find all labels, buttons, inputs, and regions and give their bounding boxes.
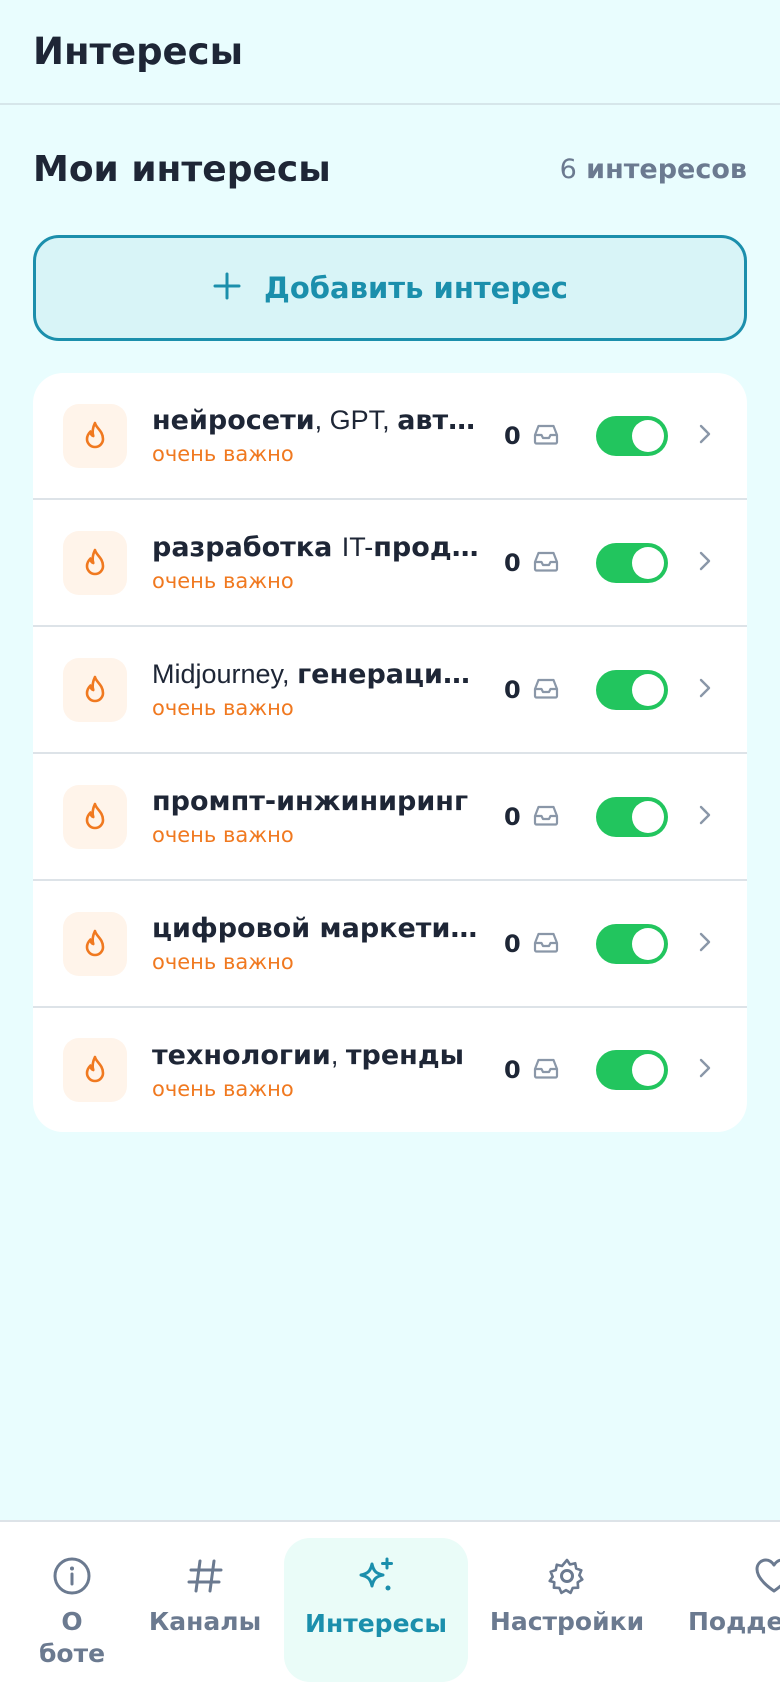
interest-row[interactable]: разработка IT-продуктов очень важно 0 xyxy=(33,500,747,627)
inbox-icon xyxy=(532,676,560,704)
interest-row[interactable]: промпт-инжиниринг очень важно 0 xyxy=(33,754,747,881)
nav-settings[interactable]: Настройки xyxy=(482,1538,652,1682)
chevron-right-icon[interactable] xyxy=(698,677,712,703)
interest-title: промпт-инжиниринг xyxy=(152,786,469,817)
nav-about-label-1: О xyxy=(61,1607,83,1636)
interest-text: Midjourney, генерация изображений очень … xyxy=(152,659,482,720)
flame-icon xyxy=(63,911,127,976)
interest-toggle[interactable] xyxy=(596,796,668,837)
flame-icon xyxy=(63,1038,127,1102)
interests-count-number: 6 xyxy=(559,153,577,185)
bottom-navigation: О боте Каналы Интересы Настройки Поддерж… xyxy=(0,1520,780,1688)
sparkles-icon xyxy=(359,1557,393,1591)
interest-title: цифровой маркетинг xyxy=(152,913,482,944)
interest-meta: 0 xyxy=(504,796,712,837)
interest-text: разработка IT-продуктов очень важно xyxy=(152,532,482,593)
interest-toggle[interactable] xyxy=(596,1050,668,1090)
interest-meta: 0 xyxy=(504,415,712,456)
section-title: Мои интересы xyxy=(33,148,331,190)
interests-count-label: интересов xyxy=(586,153,747,185)
interest-priority: очень важно xyxy=(152,1076,294,1101)
gear-icon xyxy=(548,1558,584,1595)
interest-toggle[interactable] xyxy=(596,415,668,456)
nav-interests[interactable]: Интересы xyxy=(284,1538,468,1682)
interest-title: Midjourney, генерация изображений xyxy=(152,659,482,690)
flame-icon xyxy=(63,403,127,468)
interest-priority: очень важно xyxy=(152,442,294,466)
inbox-icon xyxy=(532,549,560,577)
interest-row[interactable]: Midjourney, генерация изображений очень … xyxy=(33,627,747,754)
interest-row[interactable]: цифровой маркетинг очень важно 0 xyxy=(33,881,747,1008)
interests-count: 6 интересов xyxy=(560,154,747,185)
match-count: 0 xyxy=(504,675,521,704)
inbox-icon xyxy=(532,803,560,831)
chevron-right-icon[interactable] xyxy=(698,931,712,957)
interest-title: технологии, тренды xyxy=(152,1039,465,1071)
nav-interests-label: Интересы xyxy=(305,1609,447,1638)
match-count: 0 xyxy=(504,802,521,831)
app-header: Интересы xyxy=(0,0,780,105)
info-icon xyxy=(53,1557,91,1595)
chevron-right-icon[interactable] xyxy=(698,423,712,449)
flame-icon xyxy=(63,530,127,595)
add-interest-label: Добавить интерес xyxy=(264,271,568,305)
interest-meta: 0 xyxy=(504,542,712,583)
interest-title: разработка IT-продуктов xyxy=(152,532,482,563)
inbox-icon xyxy=(532,422,560,450)
interest-toggle[interactable] xyxy=(596,542,668,583)
interest-text: нейросети, GPT, автоматизация очень важн… xyxy=(152,405,482,466)
interest-toggle[interactable] xyxy=(596,923,668,964)
inbox-icon xyxy=(532,930,560,958)
plus-icon xyxy=(212,268,242,308)
chevron-right-icon[interactable] xyxy=(698,804,712,830)
interest-priority: очень важно xyxy=(152,569,294,593)
nav-settings-label: Настройки xyxy=(489,1607,645,1636)
nav-about-label-2: боте xyxy=(38,1639,106,1668)
nav-channels[interactable]: Каналы xyxy=(140,1538,270,1682)
interest-row[interactable]: технологии, тренды очень важно 0 xyxy=(33,1008,747,1132)
hashtag-icon xyxy=(187,1559,223,1593)
nav-support[interactable]: Поддержка xyxy=(684,1538,780,1682)
page-title: Интересы xyxy=(33,30,244,73)
interest-priority: очень важно xyxy=(152,950,294,974)
interest-row[interactable]: нейросети, GPT, автоматизация очень важн… xyxy=(33,373,747,500)
nav-about[interactable]: О боте xyxy=(22,1538,122,1682)
chevron-right-icon[interactable] xyxy=(698,550,712,576)
interest-toggle[interactable] xyxy=(596,669,668,710)
interest-meta: 0 xyxy=(504,1050,712,1090)
section-header: Мои интересы 6 интересов xyxy=(0,143,780,195)
interest-meta: 0 xyxy=(504,923,712,964)
flame-icon xyxy=(63,657,127,722)
nav-channels-label: Каналы xyxy=(148,1607,262,1636)
interest-text: технологии, тренды очень важно xyxy=(152,1040,482,1101)
interest-priority: очень важно xyxy=(152,696,294,720)
interest-meta: 0 xyxy=(504,669,712,710)
match-count: 0 xyxy=(504,421,521,450)
heart-icon xyxy=(755,1558,780,1593)
chevron-right-icon[interactable] xyxy=(698,1057,712,1083)
match-count: 0 xyxy=(504,1056,521,1084)
interests-list: нейросети, GPT, автоматизация очень важн… xyxy=(33,373,747,1132)
interest-text: промпт-инжиниринг очень важно xyxy=(152,786,482,847)
interest-priority: очень важно xyxy=(152,823,294,847)
match-count: 0 xyxy=(504,548,521,577)
interest-text: цифровой маркетинг очень важно xyxy=(152,913,482,974)
add-interest-button[interactable]: Добавить интерес xyxy=(33,235,747,341)
nav-support-label: Поддержка xyxy=(687,1607,780,1636)
flame-icon xyxy=(63,784,127,849)
interest-title: нейросети, GPT, автоматизация xyxy=(152,405,482,436)
match-count: 0 xyxy=(504,929,521,958)
inbox-icon xyxy=(532,1056,560,1084)
